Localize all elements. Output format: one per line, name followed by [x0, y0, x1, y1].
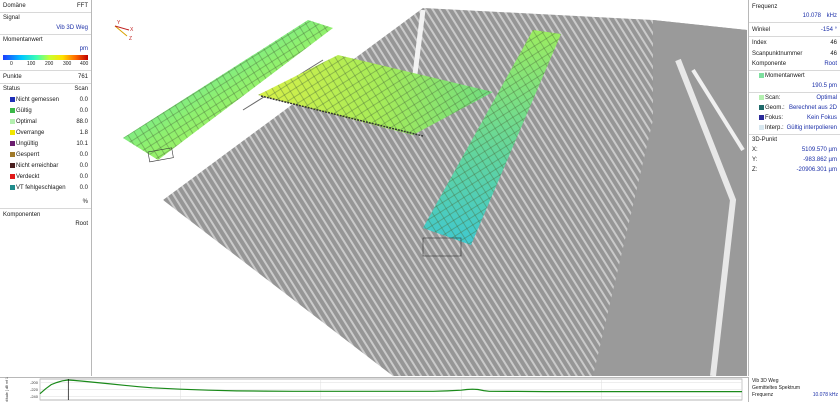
- scanpoint-row: Scanpunktnummer 46: [752, 51, 837, 57]
- points-row: Punkte 761: [3, 74, 88, 80]
- scan-row: Scan: Optimal: [752, 94, 837, 102]
- scale-tick: 0: [10, 61, 13, 67]
- spec-signal: Vib 3D Weg: [752, 378, 779, 384]
- status-item: Gesperrt 0.0: [3, 151, 88, 159]
- status-value: 0.0: [79, 174, 88, 180]
- status-value: 0.0: [79, 152, 88, 158]
- index-row: Index 46: [752, 40, 837, 46]
- status-item: Gültig 0.0: [3, 107, 88, 115]
- moment-row: Momentanwert: [752, 72, 837, 80]
- x-row: X: 5109.570 µm: [752, 147, 837, 153]
- status-label: Verdeckt: [16, 174, 40, 180]
- status-item: Overrange 1.8: [3, 129, 88, 137]
- components-label: Komponenten: [3, 212, 41, 218]
- status-swatch: [10, 108, 15, 113]
- scan-scene[interactable]: Z Y X: [93, 0, 747, 376]
- status-item: Nicht erreichbar 0.0: [3, 162, 88, 170]
- y-axis-label: Amplitude [ dB ref 1 m ]: [5, 377, 9, 402]
- components-row[interactable]: Root: [3, 220, 88, 228]
- right-info-panel: Frequenz 10.078 kHz Winkel -154 ° Index 46 …: [748, 0, 840, 376]
- status-label: Gültig: [16, 108, 32, 114]
- status-swatch: [10, 152, 15, 157]
- y-tick-label: -200: [30, 380, 39, 385]
- scale-tick: 300: [63, 61, 72, 67]
- y-tick-label: -220: [30, 387, 39, 392]
- status-value: 0.0: [79, 185, 88, 191]
- moment-value: 190.5 pm: [811, 83, 837, 89]
- focus-row: Fokus: Kein Fokus: [752, 114, 837, 122]
- status-item: Optimal 88.0: [3, 118, 88, 126]
- status-swatch: [10, 163, 15, 168]
- 3d-scan-view[interactable]: Z Y X: [93, 0, 747, 376]
- point3d-label: 3D-Punkt: [752, 137, 778, 143]
- y-tick-label: -240: [30, 394, 39, 399]
- component-row: Komponente Root: [752, 61, 837, 67]
- status-label: Ungültig: [16, 141, 39, 147]
- status-swatch: [10, 141, 15, 146]
- freq-row[interactable]: 10.078 kHz: [752, 12, 837, 20]
- domain-row[interactable]: Domäne FFT: [3, 2, 88, 10]
- signal-label: Signal: [3, 15, 20, 21]
- y-row: Y: -983.862 µm: [752, 157, 837, 163]
- interp-row: Interp.: Gültig interpolieren: [752, 124, 837, 132]
- color-scale-bar: [3, 55, 88, 60]
- axis-z-label: Z: [129, 36, 132, 42]
- spec-avg: Gemitteltes Spektrum: [752, 385, 801, 391]
- status-value: 10.1: [76, 141, 88, 147]
- status-value: 88.0: [76, 119, 88, 125]
- status-item: Ungültig 10.1: [3, 140, 88, 148]
- status-item: Nicht gemessen 0.0: [3, 96, 88, 104]
- scale-tick: 400: [80, 61, 89, 67]
- status-swatch: [10, 119, 15, 124]
- status-label: Nicht erreichbar: [16, 163, 59, 169]
- spectrum-chart[interactable]: -200 -220 -240 Amplitude [ dB ref 1 m ]: [0, 377, 748, 402]
- status-label: Optimal: [16, 119, 37, 125]
- geom-row: Geom.: Berechnet aus 2D: [752, 104, 837, 112]
- spec-freq: Frequenz 10.078 kHz: [752, 392, 838, 398]
- status-value: 1.8: [79, 130, 88, 136]
- z-row: Z: -20906.301 µm: [752, 167, 837, 173]
- status-swatch: [10, 130, 15, 135]
- status-value: 0.0: [79, 108, 88, 114]
- status-label: Gesperrt: [16, 152, 40, 158]
- status-swatch: [10, 174, 15, 179]
- status-value: 0.0: [79, 163, 88, 169]
- left-info-panel: Domäne FFT Signal Vib 3D Weg Momentanwer…: [0, 0, 92, 376]
- signal-row[interactable]: Vib 3D Weg: [3, 24, 88, 32]
- axis-x-label: X: [130, 27, 134, 33]
- freq-label: Frequenz: [752, 4, 778, 10]
- scale-tick: 100: [27, 61, 36, 67]
- axis-y-label: Y: [117, 20, 121, 26]
- status-label: Nicht gemessen: [16, 97, 60, 103]
- angle-row[interactable]: Winkel -154 °: [752, 26, 837, 34]
- status-item: Verdeckt 0.0: [3, 173, 88, 181]
- status-item: VT fehlgeschlagen 0.0: [3, 184, 88, 192]
- percent-row: %: [82, 199, 88, 205]
- scale-tick: 200: [45, 61, 54, 67]
- moment-label: Momentanwert: [3, 37, 43, 43]
- unit-label: pm: [79, 46, 88, 52]
- status-label: VT fehlgeschlagen: [16, 185, 66, 191]
- status-value: 0.0: [79, 97, 88, 103]
- spectrum-info: Vib 3D Weg Gemitteltes Spektrum Frequenz…: [748, 377, 840, 402]
- status-row[interactable]: Status Scan: [3, 85, 88, 93]
- status-swatch: [10, 97, 15, 102]
- status-label: Overrange: [16, 130, 45, 136]
- status-swatch: [10, 185, 15, 190]
